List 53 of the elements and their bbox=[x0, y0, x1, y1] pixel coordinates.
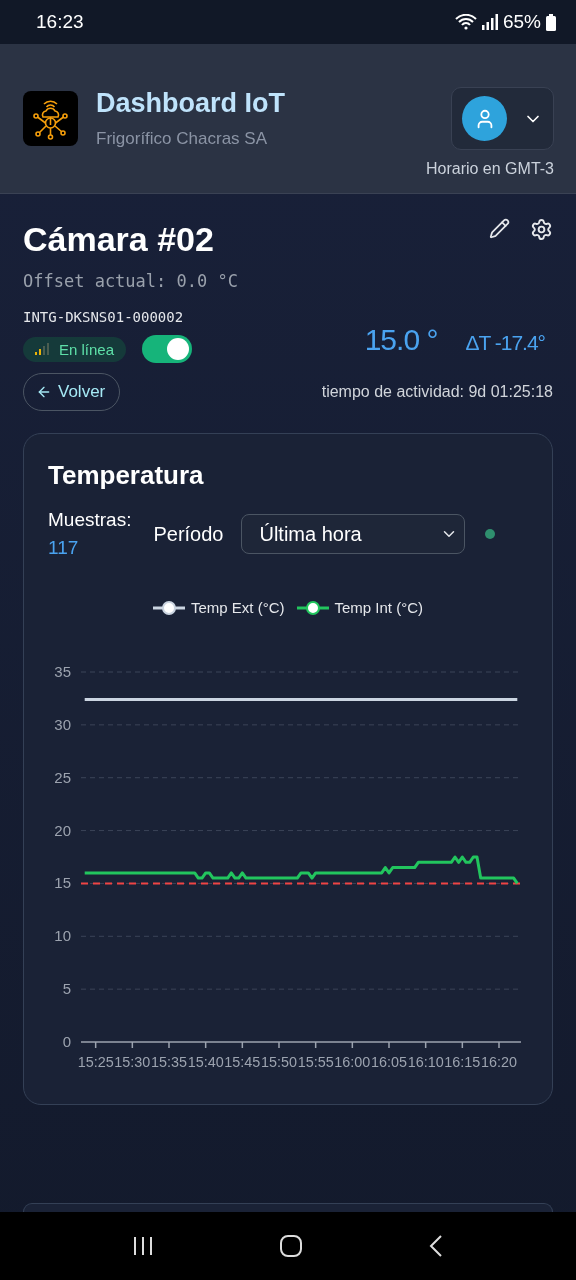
period-select[interactable]: Última hora bbox=[241, 514, 466, 554]
status-dot bbox=[485, 529, 496, 539]
axis-label: 15 bbox=[54, 874, 71, 892]
axis-label: 16:00 bbox=[334, 1053, 372, 1070]
app-title: Dashboard IoT bbox=[96, 88, 285, 119]
axis-label: 35 bbox=[54, 663, 71, 680]
clock: 16:23 bbox=[36, 11, 84, 33]
temperature-reading: 15.0 ° bbox=[364, 323, 438, 357]
network-cloud-logo bbox=[23, 91, 78, 146]
axis-label: 20 bbox=[54, 821, 71, 839]
back-icon[interactable] bbox=[427, 1234, 444, 1258]
axis-label: 15:40 bbox=[187, 1053, 226, 1070]
uptime-label: tiempo de actividad: 9d 01:25:18 bbox=[321, 383, 553, 401]
axis-label: 15:25 bbox=[77, 1053, 116, 1070]
user-menu-button[interactable] bbox=[451, 87, 554, 150]
device-serial: INTG-DKSNS01-000002 bbox=[23, 309, 185, 325]
axis-label: 0 bbox=[62, 1033, 71, 1050]
axis-label: 15:50 bbox=[261, 1053, 299, 1070]
enable-switch[interactable] bbox=[142, 335, 193, 363]
samples-count: 117 bbox=[48, 537, 80, 559]
axis-label: 10 bbox=[54, 927, 71, 945]
axis-label: 15:55 bbox=[297, 1053, 336, 1070]
legend-item: Temp Int (°C) bbox=[296, 599, 423, 616]
samples-label: Muestras: bbox=[48, 509, 132, 531]
legend-marker-icon bbox=[296, 599, 329, 616]
card-title: Temperatura bbox=[48, 460, 205, 491]
home-icon[interactable] bbox=[279, 1234, 303, 1258]
delta-reading: ΔT -17.4° bbox=[465, 331, 545, 355]
axis-label: 15:35 bbox=[151, 1053, 189, 1070]
axis-label: 16:10 bbox=[407, 1053, 446, 1070]
edit-button[interactable] bbox=[489, 218, 510, 241]
recent-apps-icon[interactable] bbox=[132, 1235, 155, 1257]
axis-label: 30 bbox=[54, 715, 71, 733]
offset-label: Offset actual: 0.0 °C bbox=[23, 271, 239, 291]
axis-label: 16:05 bbox=[371, 1053, 409, 1070]
company-name: Frigorífico Chacras SA bbox=[96, 129, 268, 149]
settings-button[interactable] bbox=[530, 218, 553, 241]
battery-level: 65% bbox=[502, 11, 541, 33]
legend-item: Temp Ext (°C) bbox=[153, 599, 285, 616]
wifi-icon bbox=[454, 14, 477, 30]
axis-label: 25 bbox=[54, 768, 71, 786]
axis-label: 16:15 bbox=[444, 1053, 482, 1070]
axis-label: 16:20 bbox=[481, 1053, 519, 1070]
legend-marker-icon bbox=[153, 599, 185, 616]
signal-icon bbox=[481, 14, 498, 30]
axis-label: 15:30 bbox=[114, 1053, 152, 1070]
axis-label: 15:45 bbox=[224, 1053, 262, 1070]
axis-label: 5 bbox=[62, 980, 71, 998]
device-title: Cámara #02 bbox=[23, 220, 214, 259]
battery-icon bbox=[546, 13, 556, 31]
status-badge: En línea bbox=[23, 336, 127, 362]
timezone-label: Horario en GMT-3 bbox=[425, 160, 554, 178]
period-label: Período bbox=[153, 522, 224, 546]
